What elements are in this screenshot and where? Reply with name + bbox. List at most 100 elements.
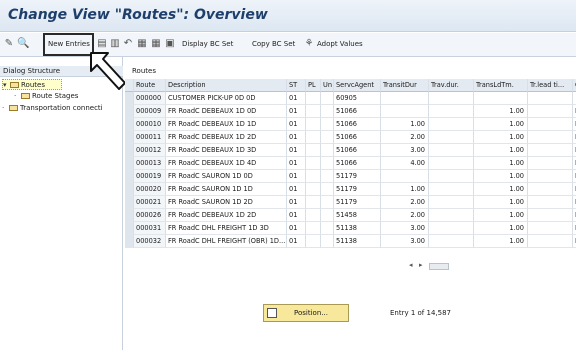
table-cell[interactable] bbox=[321, 118, 334, 131]
column-header[interactable]: Un bbox=[321, 79, 334, 92]
column-header[interactable]: ServcAgent bbox=[334, 79, 381, 92]
table-cell[interactable]: 000012 bbox=[134, 144, 166, 157]
table-cell[interactable] bbox=[306, 183, 321, 196]
table-row[interactable]: 000026 FR RoadC DEBEAUX 1D 2D 01 51458 2.00 1… bbox=[125, 209, 576, 222]
table-cell[interactable] bbox=[381, 170, 429, 183]
table-cell[interactable] bbox=[306, 235, 321, 248]
table-cell[interactable]: FR RoadC DEBEAUX 1D 0D bbox=[166, 105, 287, 118]
column-header[interactable]: Route bbox=[134, 79, 166, 92]
table-cell[interactable] bbox=[321, 131, 334, 144]
row-selector[interactable] bbox=[125, 105, 134, 118]
table-cell[interactable] bbox=[306, 105, 321, 118]
table-row[interactable]: 000000 CUSTOMER PICK-UP 0D 0D 01 60905 bbox=[125, 92, 576, 105]
table-cell[interactable] bbox=[321, 170, 334, 183]
table-cell[interactable]: 1.00 bbox=[381, 183, 429, 196]
select-all-icon[interactable]: ▦ bbox=[136, 38, 148, 50]
table-cell[interactable]: 1.00 bbox=[474, 157, 528, 170]
table-cell[interactable] bbox=[474, 92, 528, 105]
table-cell[interactable] bbox=[429, 235, 474, 248]
table-cell[interactable]: 01 bbox=[287, 183, 306, 196]
table-cell[interactable]: 51066 bbox=[334, 118, 381, 131]
table-cell[interactable] bbox=[321, 196, 334, 209]
table-cell[interactable]: 51066 bbox=[334, 105, 381, 118]
table-cell[interactable] bbox=[528, 170, 573, 183]
row-selector[interactable] bbox=[125, 157, 134, 170]
table-cell[interactable] bbox=[306, 92, 321, 105]
table-cell[interactable] bbox=[528, 235, 573, 248]
table-cell[interactable]: 51066 bbox=[334, 157, 381, 170]
table-cell[interactable] bbox=[429, 170, 474, 183]
table-cell[interactable] bbox=[321, 105, 334, 118]
table-row[interactable]: 000011 FR RoadC DEBEAUX 1D 2D 01 51066 2.00 1… bbox=[125, 131, 576, 144]
table-row[interactable]: 000031 FR RoadC DHL FREIGHT 1D 3D 01 51138 3… bbox=[125, 222, 576, 235]
tree-item-routes[interactable]: ▾ Routes bbox=[2, 79, 62, 90]
table-row[interactable]: 000020 FR RoadC SAURON 1D 1D 01 51179 1.00 1.… bbox=[125, 183, 576, 196]
table-cell[interactable]: 60905 bbox=[334, 92, 381, 105]
copy-bc-set-button[interactable]: Copy BC Set bbox=[252, 40, 295, 48]
table-cell[interactable] bbox=[381, 105, 429, 118]
table-row[interactable]: 000032 FR RoadC DHL FREIGHT (OBR) 1D... 01… bbox=[125, 235, 576, 248]
table-cell[interactable]: 01 bbox=[287, 144, 306, 157]
table-cell[interactable] bbox=[381, 92, 429, 105]
table-row[interactable]: 000012 FR RoadC DEBEAUX 1D 3D 01 51066 3.00 1… bbox=[125, 144, 576, 157]
table-cell[interactable] bbox=[429, 222, 474, 235]
find-icon[interactable]: 🔍 bbox=[17, 38, 29, 50]
row-selector[interactable] bbox=[125, 170, 134, 183]
table-cell[interactable] bbox=[321, 92, 334, 105]
table-cell[interactable]: 1.00 bbox=[474, 209, 528, 222]
display-bc-set-button[interactable]: Display BC Set bbox=[182, 40, 233, 48]
table-cell[interactable]: 1.00 bbox=[474, 105, 528, 118]
row-selector[interactable] bbox=[125, 235, 134, 248]
table-cell[interactable]: 01 bbox=[287, 222, 306, 235]
table-cell[interactable]: 000013 bbox=[134, 157, 166, 170]
row-selector[interactable] bbox=[125, 131, 134, 144]
table-cell[interactable]: 000032 bbox=[134, 235, 166, 248]
select-all-cell[interactable] bbox=[125, 79, 134, 92]
table-cell[interactable] bbox=[528, 105, 573, 118]
scroll-right-icon[interactable]: ▸ bbox=[419, 261, 423, 269]
table-cell[interactable]: FR RoadC SAURON 1D 2D bbox=[166, 196, 287, 209]
table-cell[interactable] bbox=[321, 222, 334, 235]
table-cell[interactable]: 1.00 bbox=[474, 183, 528, 196]
table-cell[interactable]: 1.00 bbox=[474, 196, 528, 209]
select-block-icon[interactable]: ▦ bbox=[150, 38, 162, 50]
table-cell[interactable]: 1.00 bbox=[381, 118, 429, 131]
column-header[interactable]: ST bbox=[287, 79, 306, 92]
table-cell[interactable] bbox=[321, 235, 334, 248]
table-cell[interactable]: FR RoadC SAURON 1D 1D bbox=[166, 183, 287, 196]
position-button[interactable]: Position... bbox=[263, 304, 349, 322]
tree-item-transportation-connections[interactable]: · Transportation connecti bbox=[2, 103, 103, 114]
table-row[interactable]: 000009FR RoadC DEBEAUX 1D 0D01510661.00F… bbox=[125, 105, 576, 118]
table-cell[interactable] bbox=[429, 183, 474, 196]
table-cell[interactable]: 51179 bbox=[334, 196, 381, 209]
table-cell[interactable] bbox=[429, 131, 474, 144]
table-cell[interactable]: 000019 bbox=[134, 170, 166, 183]
table-cell[interactable] bbox=[528, 118, 573, 131]
table-cell[interactable] bbox=[306, 209, 321, 222]
scroll-thumb[interactable] bbox=[429, 263, 449, 270]
table-cell[interactable]: FR RoadC DHL FREIGHT 1D 3D bbox=[166, 222, 287, 235]
table-cell[interactable] bbox=[528, 144, 573, 157]
table-cell[interactable]: 000031 bbox=[134, 222, 166, 235]
table-cell[interactable]: 2.00 bbox=[381, 209, 429, 222]
table-cell[interactable]: 2.00 bbox=[381, 196, 429, 209]
table-cell[interactable]: 1.00 bbox=[474, 222, 528, 235]
table-cell[interactable]: 51138 bbox=[334, 222, 381, 235]
row-selector[interactable] bbox=[125, 118, 134, 131]
table-cell[interactable]: 000021 bbox=[134, 196, 166, 209]
table-cell[interactable]: 01 bbox=[287, 196, 306, 209]
table-cell[interactable]: 1.00 bbox=[474, 144, 528, 157]
row-selector[interactable] bbox=[125, 222, 134, 235]
table-cell[interactable]: 01 bbox=[287, 235, 306, 248]
table-cell[interactable]: FR RoadC SAURON 1D 0D bbox=[166, 170, 287, 183]
table-cell[interactable] bbox=[306, 131, 321, 144]
table-cell[interactable] bbox=[321, 209, 334, 222]
row-selector[interactable] bbox=[125, 92, 134, 105]
table-cell[interactable] bbox=[429, 209, 474, 222]
table-cell[interactable]: 000000 bbox=[134, 92, 166, 105]
table-cell[interactable]: FR RoadC DEBEAUX 1D 2D bbox=[166, 131, 287, 144]
table-cell[interactable]: 1.00 bbox=[474, 131, 528, 144]
table-row[interactable]: 000013 FR RoadC DEBEAUX 1D 4D 01 51066 4.00 1… bbox=[125, 157, 576, 170]
copy-as-icon[interactable]: ▤ bbox=[96, 38, 108, 50]
table-cell[interactable] bbox=[429, 196, 474, 209]
